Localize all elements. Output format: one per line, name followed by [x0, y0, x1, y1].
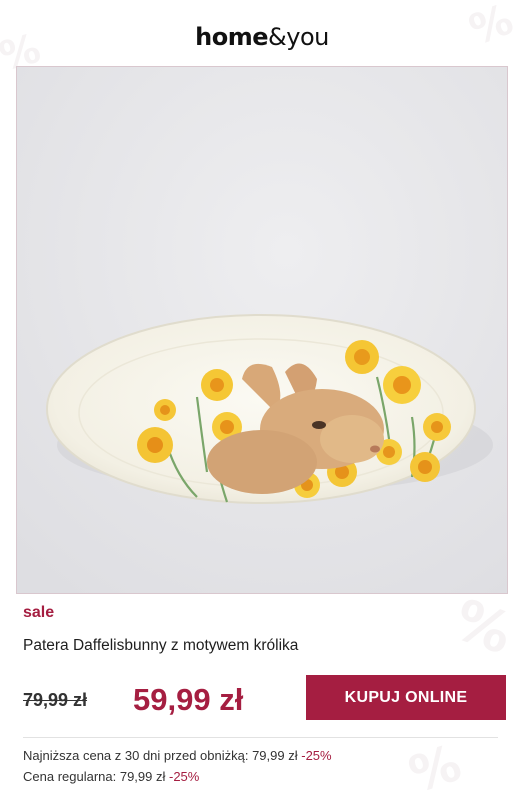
regular-price-info: Cena regularna: 79,99 zł -25% [23, 769, 199, 784]
lowest-price-discount: -25% [301, 748, 332, 763]
percent-watermark-icon: % [402, 733, 468, 804]
brand-logo[interactable]: home&you [195, 23, 329, 51]
sale-badge: sale [23, 604, 55, 621]
product-title[interactable]: Patera Daffelisbunny z motywem królika [23, 637, 298, 655]
logo-you-text: you [286, 23, 329, 51]
site-header: home&you [0, 0, 524, 62]
old-price: 79,99 zł [23, 690, 88, 710]
logo-home-text: home [195, 23, 269, 51]
percent-watermark-icon: % [445, 587, 521, 668]
lowest-price-info: Najniższa cena z 30 dni przed obniżką: 7… [23, 748, 332, 763]
logo-ampersand-text: & [268, 23, 287, 51]
divider [23, 737, 498, 738]
product-image[interactable] [16, 66, 508, 594]
regular-price-text: Cena regularna: 79,99 zł [23, 769, 166, 784]
regular-price-discount: -25% [169, 769, 200, 784]
sale-price: 59,99 zł [133, 682, 244, 717]
plate-illustration [17, 67, 507, 593]
lowest-price-text: Najniższa cena z 30 dni przed obniżką: 7… [23, 748, 298, 763]
buy-online-button[interactable]: KUPUJ ONLINE [306, 675, 506, 720]
